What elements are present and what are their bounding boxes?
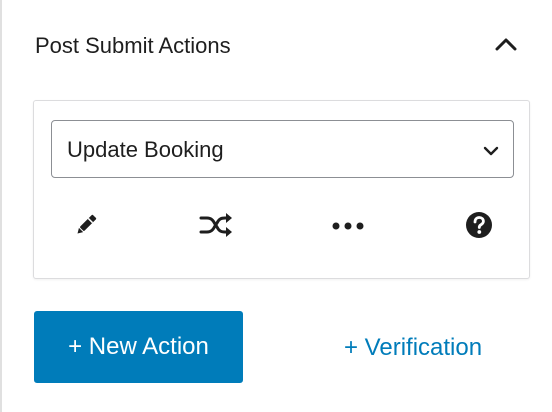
pencil-icon bbox=[72, 211, 100, 244]
edit-action-button[interactable] bbox=[68, 209, 104, 245]
shuffle-icon bbox=[199, 211, 233, 244]
chevron-down-icon bbox=[481, 141, 501, 161]
action-type-select[interactable]: Update Booking bbox=[51, 120, 514, 178]
more-options-button[interactable] bbox=[330, 209, 366, 245]
action-type-select-value: Update Booking bbox=[67, 137, 224, 162]
help-button[interactable] bbox=[461, 209, 497, 245]
add-verification-link[interactable]: + Verification bbox=[344, 333, 482, 363]
help-icon bbox=[465, 211, 493, 244]
collapse-panel-button[interactable] bbox=[488, 28, 524, 64]
panel-header: Post Submit Actions bbox=[2, 0, 552, 92]
new-action-button[interactable]: + New Action bbox=[34, 311, 243, 383]
action-conditions-button[interactable] bbox=[198, 209, 234, 245]
panel-title: Post Submit Actions bbox=[35, 33, 231, 58]
ellipsis-icon bbox=[330, 218, 366, 236]
chevron-up-icon bbox=[495, 37, 517, 56]
action-card: Update Booking bbox=[33, 100, 530, 279]
post-submit-actions-panel: Post Submit Actions Update Booking + New… bbox=[0, 0, 552, 412]
